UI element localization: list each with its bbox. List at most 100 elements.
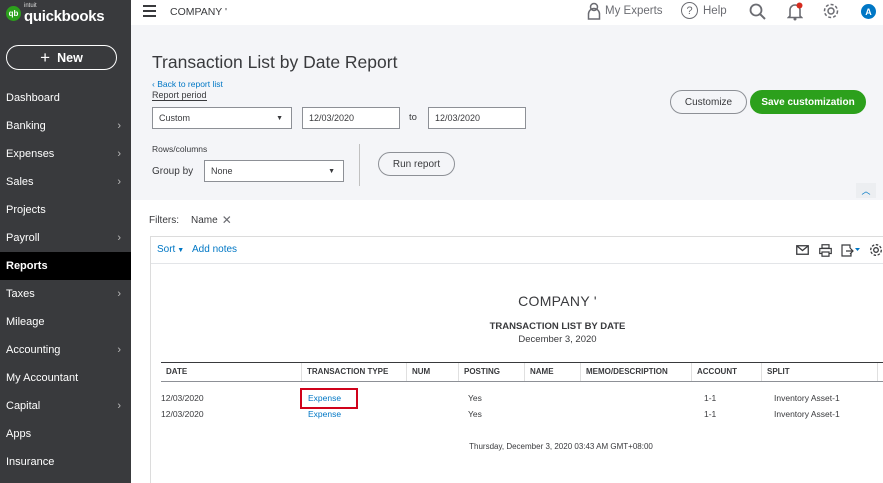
add-notes-link[interactable]: Add notes	[192, 244, 237, 255]
search-icon[interactable]	[749, 3, 766, 20]
save-customization-button[interactable]: Save customization	[750, 90, 866, 114]
logo-name-text: quickbooks	[24, 8, 105, 25]
help-button[interactable]: ? Help	[681, 2, 727, 19]
sidebar: qb intuit quickbooks + New Dashboard Ban…	[0, 0, 131, 483]
date-from-value: 12/03/2020	[309, 113, 355, 123]
filter-chip-name: Name	[191, 214, 218, 226]
export-icon[interactable]	[841, 244, 861, 257]
remove-filter-close-icon[interactable]: ✕	[222, 213, 232, 227]
sidebar-item-apps[interactable]: Apps	[0, 420, 131, 448]
column-header-transaction-type[interactable]: TRANSACTION TYPE	[307, 367, 388, 376]
run-report-button[interactable]: Run report	[378, 152, 455, 176]
column-header-split[interactable]: SPLIT	[767, 367, 790, 376]
column-header-date[interactable]: DATE	[166, 367, 187, 376]
sidebar-item-banking[interactable]: Banking ›	[0, 112, 131, 140]
sidebar-item-capital[interactable]: Capital ›	[0, 392, 131, 420]
settings-gear-icon[interactable]	[869, 243, 883, 257]
cell-account: 1-1	[704, 409, 717, 419]
back-link-label: Back to report list	[157, 79, 223, 89]
qb-logo-icon: qb	[6, 6, 21, 21]
user-avatar[interactable]: A	[861, 4, 876, 19]
chevron-right-icon: ›	[117, 288, 121, 300]
sidebar-item-insurance[interactable]: Insurance	[0, 448, 131, 476]
report-title: TRANSACTION LIST BY DATE	[489, 321, 626, 332]
date-to-input[interactable]: 12/03/2020	[428, 107, 526, 129]
rows-columns-label: Rows/columns	[152, 144, 208, 154]
person-icon	[587, 2, 601, 20]
filters-label: Filters:	[149, 214, 179, 226]
group-by-label: Group by	[152, 166, 194, 177]
column-header-memo-description[interactable]: MEMO/DESCRIPTION	[586, 367, 668, 376]
sidebar-item-label: Banking	[6, 120, 46, 132]
filters-bar: Filters: Name ✕	[149, 213, 232, 227]
report-period-label: Report period	[152, 90, 207, 101]
my-experts-label: My Experts	[605, 5, 663, 17]
report-footer-timestamp: Thursday, December 3, 2020 03:43 AM GMT+…	[469, 442, 653, 451]
vertical-divider	[359, 144, 360, 186]
report-toolbar: Sort ▼ Add notes	[151, 237, 883, 264]
page-title: Transaction List by Date Report	[152, 52, 398, 72]
sidebar-item-label: Mileage	[6, 316, 45, 328]
settings-gear-icon[interactable]	[822, 2, 840, 20]
date-to-value: 12/03/2020	[435, 113, 481, 123]
column-header-posting[interactable]: POSTING	[464, 367, 500, 376]
sidebar-item-expenses[interactable]: Expenses ›	[0, 140, 131, 168]
email-icon[interactable]	[796, 245, 809, 255]
sort-dropdown[interactable]: Sort ▼	[157, 244, 184, 255]
report-period-select[interactable]: Custom ▼	[152, 107, 292, 129]
plus-icon: +	[40, 48, 51, 67]
topbar: COMPANY ' My Experts ? Help A	[131, 0, 883, 25]
column-header-account[interactable]: ACCOUNT	[697, 367, 737, 376]
help-label: Help	[703, 4, 727, 17]
new-button[interactable]: + New	[6, 45, 117, 70]
sidebar-item-label: Payroll	[6, 232, 40, 244]
new-button-label: New	[57, 50, 83, 65]
sidebar-item-projects[interactable]: Projects	[0, 196, 131, 224]
sidebar-item-label: Apps	[6, 428, 32, 440]
sidebar-item-mileage[interactable]: Mileage	[0, 308, 131, 336]
sidebar-item-payroll[interactable]: Payroll ›	[0, 224, 131, 252]
date-from-input[interactable]: 12/03/2020	[302, 107, 400, 129]
cell-split: Inventory Asset-1	[774, 409, 840, 419]
collapse-header-button[interactable]: ︿	[856, 183, 876, 198]
report-panel: Sort ▼ Add notes COMPANY ' TRANSACTION L…	[150, 236, 883, 483]
cell-posting: Yes	[468, 393, 482, 403]
sidebar-item-label: Reports	[6, 260, 48, 272]
notifications-bell-icon[interactable]	[787, 2, 803, 21]
chevron-right-icon: ›	[117, 400, 121, 412]
caret-down-icon: ▼	[328, 167, 335, 175]
sidebar-nav: Dashboard Banking › Expenses › Sales › Proj…	[0, 84, 131, 476]
group-by-value: None	[211, 166, 233, 176]
sidebar-item-label: My Accountant	[6, 372, 79, 384]
report-header: Transaction List by Date Report ‹ Back t…	[131, 25, 883, 200]
sidebar-item-taxes[interactable]: Taxes ›	[0, 280, 131, 308]
my-experts-button[interactable]: My Experts	[587, 2, 663, 20]
to-label: to	[409, 112, 417, 123]
sidebar-item-label: Accounting	[6, 344, 61, 356]
sidebar-item-label: Capital	[6, 400, 41, 412]
sidebar-item-label: Dashboard	[6, 92, 60, 104]
sidebar-item-reports[interactable]: Reports	[0, 252, 131, 280]
column-header-name[interactable]: NAME	[530, 367, 554, 376]
sidebar-item-accounting[interactable]: Accounting ›	[0, 336, 131, 364]
cell-split: Inventory Asset-1	[774, 393, 840, 403]
column-header-num[interactable]: NUM	[412, 367, 430, 376]
back-to-report-list-link[interactable]: ‹ Back to report list	[152, 79, 223, 89]
chevron-up-icon: ︿	[861, 186, 871, 196]
quickbooks-logo[interactable]: qb intuit quickbooks	[6, 3, 105, 25]
group-by-select[interactable]: None ▼	[204, 160, 344, 182]
sidebar-item-my-accountant[interactable]: My Accountant	[0, 364, 131, 392]
hamburger-menu-icon[interactable]	[143, 5, 156, 17]
print-icon[interactable]	[819, 244, 832, 257]
report-period-value: Custom	[159, 113, 191, 123]
report-table-header: DATE TRANSACTION TYPE NUM POSTING NAME M…	[161, 362, 883, 382]
chevron-right-icon: ›	[117, 232, 121, 244]
cell-transaction-type-link[interactable]: Expense	[308, 409, 341, 419]
caret-down-icon: ▼	[175, 247, 185, 254]
customize-button[interactable]: Customize	[670, 90, 747, 114]
sidebar-item-sales[interactable]: Sales ›	[0, 168, 131, 196]
sidebar-item-dashboard[interactable]: Dashboard	[0, 84, 131, 112]
chevron-right-icon: ›	[117, 176, 121, 188]
chevron-right-icon: ›	[117, 344, 121, 356]
chevron-right-icon: ›	[117, 120, 121, 132]
